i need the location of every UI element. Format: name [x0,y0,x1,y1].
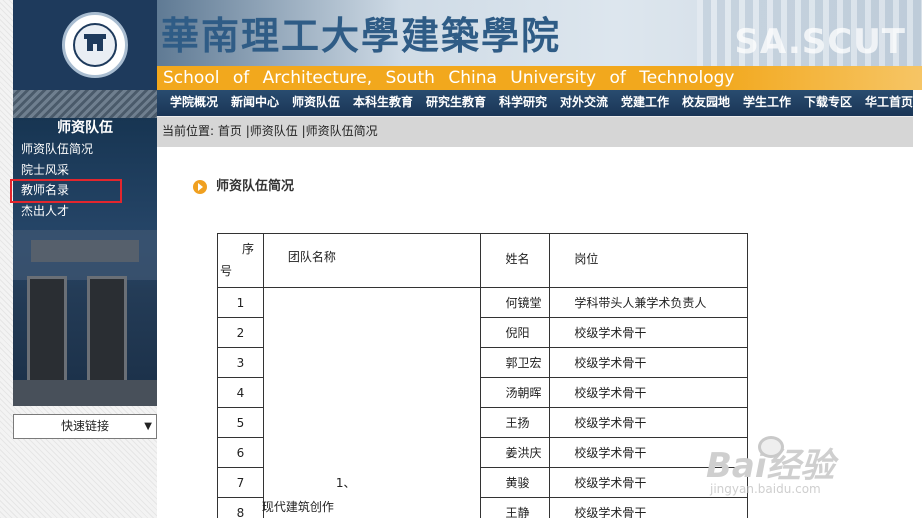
row-position: 校级学术骨干 [549,317,748,348]
chevron-down-icon: ▼ [144,421,152,432]
site-title-en: School of Architecture, South China Univ… [163,68,735,88]
sidebar-title: 师资队伍 [57,120,113,136]
menu-item-faculty[interactable]: 师资队伍 [292,90,340,116]
building-base [13,380,157,406]
header-name-cell: 姓名 [480,233,551,288]
menu-item-research[interactable]: 科学研究 [499,90,547,116]
header-team-label: 团队名称 [287,250,336,264]
row-position: 校级学术骨干 [549,377,748,408]
menu-item-alumni[interactable]: 校友园地 [682,90,730,116]
header-name-label: 姓名 [505,252,530,266]
sidebar-item-academicians[interactable]: 院士风采 [21,161,69,179]
row-name: 何镜堂 [480,287,551,318]
left-column: 师资队伍 师资队伍简况 院士风采 教师名录 杰出人才 快速链接 ▼ [0,0,157,518]
arrow-bullet-icon [193,180,207,194]
team-number: 1、 [335,476,356,490]
logo-emblem-icon [73,23,117,67]
menu-item-news[interactable]: 新闻中心 [231,90,279,116]
paw-icon [758,436,784,458]
menu-item-undergraduate[interactable]: 本科生教育 [353,90,413,116]
row-name: 倪阳 [480,317,551,348]
header-number-part1: 序 [242,242,255,256]
row-number: 6 [217,437,264,468]
menu-item-students[interactable]: 学生工作 [743,90,791,116]
row-name: 汤朝晖 [480,377,551,408]
header-team-cell: 团队名称 [262,233,482,288]
header-number-cell: 序 号 [217,233,264,288]
breadcrumb-text: 当前位置: 首页 |师资队伍 |师资队伍简况 [162,117,378,145]
menu-item-graduate[interactable]: 研究生教育 [426,90,486,116]
sidebar-item-faculty-overview[interactable]: 师资队伍简况 [21,140,93,158]
highlight-annotation [10,179,122,203]
sidebar-nav: 师资队伍 师资队伍简况 院士风采 教师名录 杰出人才 [13,118,157,406]
menu-item-party[interactable]: 党建工作 [621,90,669,116]
main-menu: 学院概况 新闻中心 师资队伍 本科生教育 研究生教育 科学研究 对外交流 党建工… [157,90,913,116]
band-fade [715,66,922,90]
building-sign [31,240,139,262]
menu-item-scut-home[interactable]: 华工首页 [865,90,913,116]
watermark-url: jingyan.baidu.com [710,482,821,496]
header-position-label: 岗位 [574,252,599,266]
row-name: 郭卫宏 [480,347,551,378]
page-title: 师资队伍简况 [216,179,295,194]
row-name: 姜洪庆 [480,437,551,468]
site-header: 華南理工大學建築學院 SA.SCUT School of Architectur… [157,0,922,90]
menu-item-about[interactable]: 学院概况 [170,90,218,116]
row-name: 王扬 [480,407,551,438]
breadcrumb-faculty-link[interactable]: 师资队伍 [250,124,298,138]
row-number: 1 [217,287,264,318]
row-position: 学科带头人兼学术负责人 [549,287,748,318]
header-number-part2: 号 [220,264,233,278]
logo-panel [13,0,157,90]
header-position-cell: 岗位 [549,233,748,288]
quick-link-select[interactable]: 快速链接 ▼ [13,414,157,439]
team-name: 现代建筑创作 [261,500,334,514]
row-name: 王静 [480,497,551,518]
row-position: 校级学术骨干 [549,407,748,438]
decorative-stripe [13,90,157,118]
table-header-row: 序 号 团队名称 姓名 岗位 [217,233,748,288]
row-number: 7 [217,467,264,498]
table-row: 1 1、 现代建筑创作 何镜堂 学科带头人兼学术负责人 [217,287,748,518]
row-number: 4 [217,377,264,408]
building-icon [84,34,106,51]
university-logo[interactable] [62,12,128,78]
quick-link-label: 快速链接 [60,419,109,433]
baidu-watermark: Bai经验 jingyan.baidu.com [706,436,916,500]
breadcrumb: 当前位置: 首页 |师资队伍 |师资队伍简况 [157,116,913,147]
row-number: 5 [217,407,264,438]
row-number: 3 [217,347,264,378]
breadcrumb-current-page[interactable]: 师资队伍简况 [306,124,378,138]
row-position: 校级学术骨干 [549,497,748,518]
row-position: 校级学术骨干 [549,347,748,378]
site-watermark-text: SA.SCUT [734,22,906,62]
breadcrumb-home-link[interactable]: 首页 [218,124,242,138]
building-door-right [87,276,127,386]
building-door-left [27,276,67,386]
menu-item-downloads[interactable]: 下载专区 [804,90,852,116]
menu-item-exchange[interactable]: 对外交流 [560,90,608,116]
row-number: 8 [217,497,264,518]
team-cell: 1、 现代建筑创作 [261,287,482,518]
sidebar-item-outstanding-talents[interactable]: 杰出人才 [21,202,69,220]
breadcrumb-prefix: 当前位置: [162,124,215,138]
faculty-table: 序 号 团队名称 姓名 岗位 1 1、 现代建筑创作 何镜堂 学科带头人兼学术负… [217,233,748,518]
site-title-cn: 華南理工大學建築學院 [161,13,562,58]
menu-edge [913,90,922,116]
row-number: 2 [217,317,264,348]
row-name: 黄骏 [480,467,551,498]
